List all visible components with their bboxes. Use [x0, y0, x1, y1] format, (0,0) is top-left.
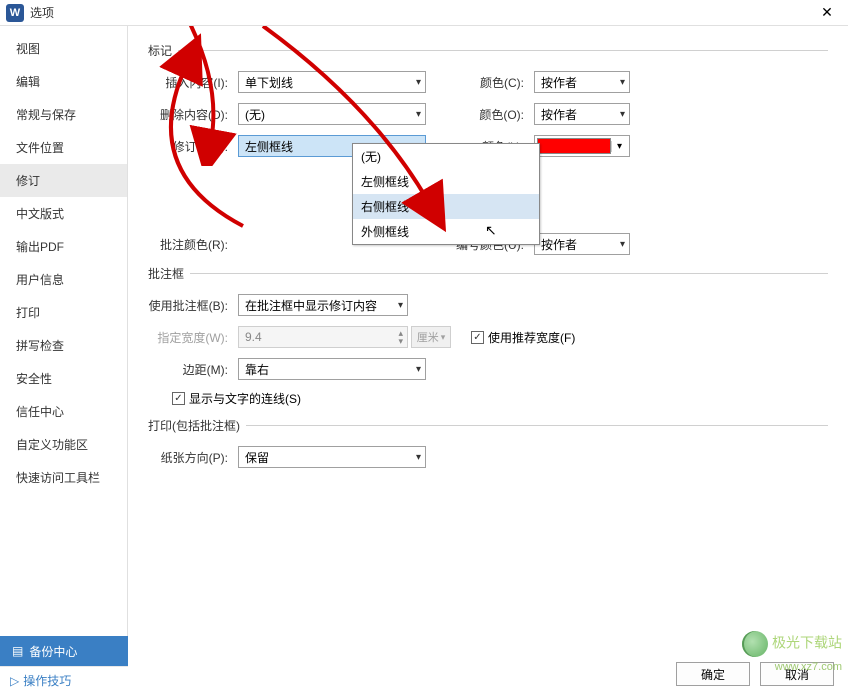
sidebar-item-print[interactable]: 打印 — [0, 296, 127, 329]
sidebar-item-edit[interactable]: 编辑 — [0, 65, 127, 98]
select-color-o[interactable]: 按作者 — [534, 103, 630, 125]
sidebar: 视图 编辑 常规与保存 文件位置 修订 中文版式 输出PDF 用户信息 打印 拼… — [0, 26, 128, 666]
close-button[interactable]: ✕ — [812, 3, 842, 23]
dropdown-item-outside[interactable]: 外侧框线 — [353, 219, 539, 244]
checkbox-recommended[interactable]: ✓ — [471, 331, 484, 344]
section-print-title: 打印(包括批注框) — [148, 417, 828, 434]
spinner-icon: ▴▾ — [398, 329, 403, 345]
sidebar-item-general[interactable]: 常规与保存 — [0, 98, 127, 131]
label-insert: 插入内容(I): — [148, 74, 234, 91]
section-balloon-title: 批注框 — [148, 265, 828, 282]
window-title: 选项 — [30, 4, 812, 21]
select-delete[interactable]: (无) — [238, 103, 426, 125]
tips-button[interactable]: ▷ 操作技巧 — [0, 666, 128, 694]
dialog-footer: 确定 取消 — [676, 662, 834, 686]
section-mark-title: 标记 — [148, 42, 828, 59]
titlebar: W 选项 ✕ — [0, 0, 848, 26]
select-insert[interactable]: 单下划线 — [238, 71, 426, 93]
label-use-balloon: 使用批注框(B): — [148, 297, 234, 314]
ok-button[interactable]: 确定 — [676, 662, 750, 686]
sidebar-item-revision[interactable]: 修订 — [0, 164, 127, 197]
sidebar-item-chinese[interactable]: 中文版式 — [0, 197, 127, 230]
cancel-button[interactable]: 取消 — [760, 662, 834, 686]
dropdown-item-left[interactable]: 左侧框线 — [353, 169, 539, 194]
sidebar-item-security[interactable]: 安全性 — [0, 362, 127, 395]
input-width: 9.4 ▴▾ — [238, 326, 408, 348]
content-panel: 标记 插入内容(I): 单下划线 颜色(C): 按作者 删除内容(D): (无)… — [128, 26, 848, 666]
color-swatch-red — [537, 138, 611, 154]
label-width: 指定宽度(W): — [148, 329, 234, 346]
backup-icon: ▤ — [12, 644, 23, 658]
select-orient[interactable]: 保留 — [238, 446, 426, 468]
label-margin: 边距(M): — [148, 361, 234, 378]
select-color-l[interactable]: ▾ — [534, 135, 630, 157]
sidebar-item-spellcheck[interactable]: 拼写检查 — [0, 329, 127, 362]
label-color-c: 颜色(C): — [454, 74, 530, 91]
select-unit: 厘米 — [411, 326, 451, 348]
select-number-color[interactable]: 按作者 — [534, 233, 630, 255]
sidebar-item-trust[interactable]: 信任中心 — [0, 395, 127, 428]
dropdown-item-none[interactable]: (无) — [353, 144, 539, 169]
label-orient: 纸张方向(P): — [148, 449, 234, 466]
label-delete: 删除内容(D): — [148, 106, 234, 123]
label-showline: 显示与文字的连线(S) — [189, 390, 301, 407]
sidebar-item-ribbon[interactable]: 自定义功能区 — [0, 428, 127, 461]
select-use-balloon[interactable]: 在批注框中显示修订内容 — [238, 294, 408, 316]
sidebar-item-userinfo[interactable]: 用户信息 — [0, 263, 127, 296]
checkbox-showline[interactable]: ✓ — [172, 392, 185, 405]
dropdown-revised-lines: (无) 左侧框线 右侧框线 外侧框线 — [352, 143, 540, 245]
backup-center-button[interactable]: ▤ 备份中心 — [0, 636, 128, 666]
select-margin[interactable]: 靠右 — [238, 358, 426, 380]
select-color-c[interactable]: 按作者 — [534, 71, 630, 93]
label-comment-color: 批注颜色(R): — [148, 236, 234, 253]
sidebar-item-pdf[interactable]: 输出PDF — [0, 230, 127, 263]
chevron-down-icon: ▾ — [611, 141, 627, 152]
play-icon: ▷ — [10, 674, 19, 688]
sidebar-item-filelocation[interactable]: 文件位置 — [0, 131, 127, 164]
label-color-o: 颜色(O): — [454, 106, 530, 123]
dropdown-item-right[interactable]: 右侧框线 — [353, 194, 539, 219]
label-recommended: 使用推荐宽度(F) — [488, 329, 575, 346]
label-revised: 修订行(A): — [148, 138, 234, 155]
sidebar-item-view[interactable]: 视图 — [0, 32, 127, 65]
sidebar-item-qat[interactable]: 快速访问工具栏 — [0, 461, 127, 494]
app-icon: W — [6, 4, 24, 22]
